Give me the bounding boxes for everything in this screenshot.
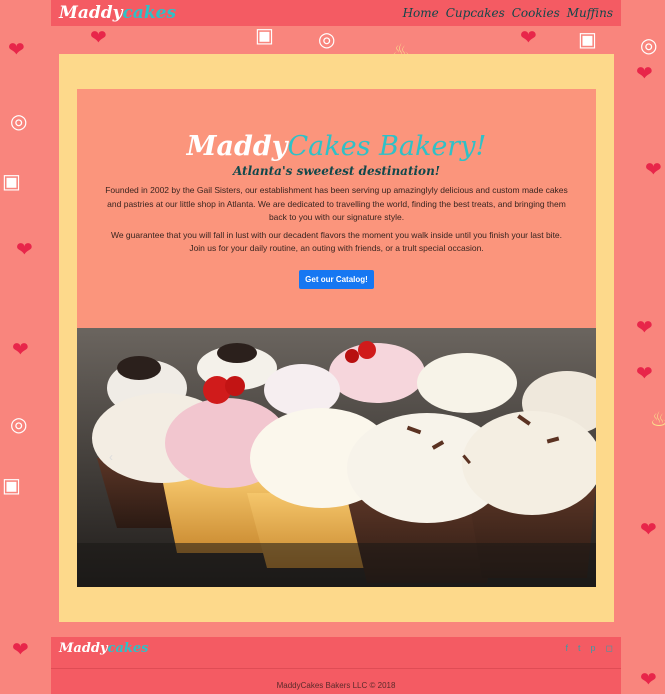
twitter-icon[interactable]: t [578, 643, 581, 654]
footer-brand-accent: cakes [107, 641, 149, 656]
heart-icon: ❤ [12, 339, 29, 361]
heart-icon: ❤ [645, 159, 662, 181]
brand-main: Maddy [59, 3, 123, 23]
get-catalog-button[interactable]: Get our Catalog! [299, 269, 374, 289]
pinterest-icon[interactable]: p [591, 643, 596, 654]
hero-title-main: Maddy [186, 131, 288, 162]
hero-paragraph-1: Founded in 2002 by the Gail Sisters, our… [105, 185, 568, 222]
heart-icon: ❤ [8, 39, 25, 61]
cake-icon: ▣ [578, 29, 597, 51]
heart-icon: ❤ [636, 317, 653, 339]
copyright-text: MaddyCakes Bakers LLC © 2018 [276, 681, 396, 690]
heart-icon: ❤ [90, 27, 107, 49]
heart-icon: ❤ [16, 239, 33, 261]
heart-icon: ❤ [640, 669, 657, 691]
donut-icon: ◎ [10, 111, 28, 133]
heart-icon: ❤ [636, 363, 653, 385]
cake-icon: ▣ [2, 475, 21, 497]
heart-icon: ❤ [520, 27, 537, 49]
social-links: f t p ◻ [565, 643, 613, 654]
nav-link-cookies[interactable]: Cookies [512, 6, 560, 20]
brand-logo[interactable]: Maddycakes [59, 3, 176, 23]
footer-brand-main: Maddy [59, 641, 108, 656]
instagram-icon[interactable]: ◻ [606, 643, 613, 654]
brand-accent: cakes [122, 3, 177, 23]
nav-link-home[interactable]: Home [403, 6, 439, 20]
cupcake-icon: ♨ [650, 409, 665, 431]
cupcakes-photo [77, 328, 596, 587]
footer: Maddycakes f t p ◻ MaddyCakes Bakers LLC… [51, 637, 621, 694]
footer-brand-logo[interactable]: Maddycakes [59, 641, 148, 656]
donut-icon: ◎ [10, 414, 28, 436]
nav-links: Home Cupcakes Cookies Muffins [403, 6, 613, 20]
footer-divider [51, 668, 621, 669]
carousel: ‹ [77, 328, 596, 587]
hero-subtitle: Atlanta's sweetest destination! [232, 164, 441, 178]
heart-icon: ❤ [12, 639, 29, 661]
donut-icon: ◎ [318, 29, 336, 51]
nav-link-muffins[interactable]: Muffins [567, 6, 613, 20]
cake-icon: ▣ [2, 171, 21, 193]
navbar: Maddycakes Home Cupcakes Cookies Muffins [51, 0, 621, 26]
facebook-icon[interactable]: f [565, 643, 568, 654]
nav-link-cupcakes[interactable]: Cupcakes [446, 6, 505, 20]
cake-icon: ▣ [255, 25, 274, 47]
chevron-left-icon[interactable]: ‹ [109, 450, 113, 464]
hero-title: MaddyCakes Bakery! [77, 131, 596, 162]
heart-icon: ❤ [636, 63, 653, 85]
heart-icon: ❤ [640, 519, 657, 541]
hero-section: MaddyCakes Bakery! Atlanta's sweetest de… [77, 89, 596, 328]
hero-paragraph-2: We guarantee that you will fall in lust … [110, 229, 563, 254]
donut-icon: ◎ [640, 35, 658, 57]
hero-title-accent: Cakes Bakery! [287, 131, 487, 162]
